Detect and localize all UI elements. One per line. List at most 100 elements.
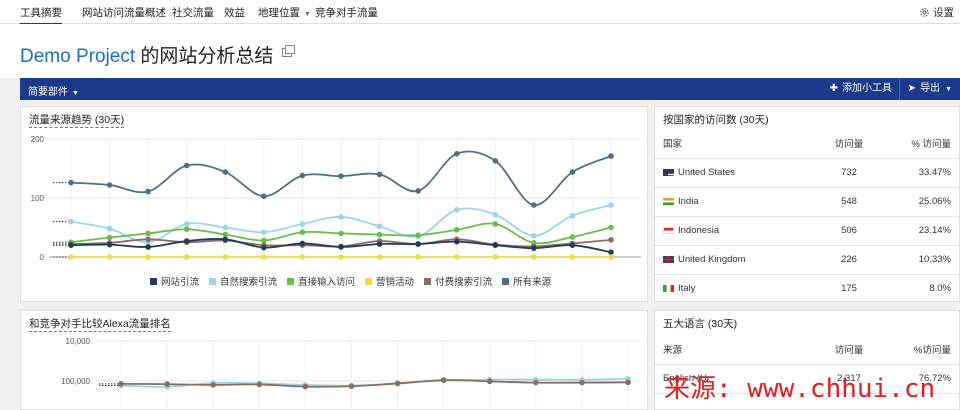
data-point <box>569 169 576 175</box>
summary-widget-dropdown[interactable]: 简要部件 ▼ <box>28 83 79 98</box>
popout-icon[interactable] <box>282 45 295 57</box>
watermark-text: 来源: www.chhui.cn <box>664 374 936 404</box>
data-point <box>210 382 216 388</box>
data-point <box>440 377 447 383</box>
chevron-down-icon: ▼ <box>945 86 952 93</box>
country-name: Italy <box>678 283 696 294</box>
data-point <box>222 254 229 260</box>
traffic-trend-panel: 流量来源趋势 (30天) 0 100 200 <box>20 106 648 302</box>
page-title: Demo Project 的网站分析总结 <box>20 41 273 68</box>
tab-geo-label: 地理位置 <box>258 7 300 19</box>
settings-label: 设置 <box>933 7 954 19</box>
data-point <box>453 254 460 260</box>
legend-label: 直接输入访问 <box>298 277 356 288</box>
data-point <box>608 202 614 208</box>
data-point <box>106 254 113 260</box>
visits-cell: 226 <box>809 245 889 275</box>
y-tick-label: 100 <box>31 194 45 203</box>
add-widget-button[interactable]: ✚ 添加小工具 <box>822 78 900 100</box>
data-point <box>183 226 190 233</box>
data-point <box>222 224 229 231</box>
legend-item[interactable]: 营销活动 <box>365 274 414 288</box>
widget-toolbar: 简要部件 ▼ ✚ 添加小工具 ➤ 导出 ▼ <box>20 78 960 100</box>
data-point <box>533 379 539 386</box>
data-point <box>608 224 614 231</box>
top-navigation: 工具摘要 网站访问流量概述 社交流量 效益 地理位置 ▼ 竞争对手流量 设置 <box>0 0 960 25</box>
y-tick-label: 0 <box>40 253 45 262</box>
export-button[interactable]: ➤ 导出 ▼ <box>898 78 960 100</box>
page-header: Demo Project 的网站分析总结 <box>0 24 960 78</box>
country-name: United States <box>678 167 736 178</box>
column-header-pct: %访问量 <box>889 335 959 365</box>
tab-tool-summary[interactable]: 工具摘要 <box>20 5 62 25</box>
legend-item[interactable]: 自然搜索引流 <box>209 274 277 288</box>
data-point <box>376 254 383 260</box>
data-point <box>376 171 383 178</box>
legend-item[interactable]: 直接输入访问 <box>287 274 355 288</box>
data-point <box>492 254 499 260</box>
country-visits-panel: 按国家的访问数 (30天) 国家 访问量 % 访问量 United States… <box>654 106 960 302</box>
pct-cell: 33.47% <box>889 158 959 188</box>
data-point <box>183 254 190 260</box>
alexa-rank-chart: 10,000 100,000 <box>61 337 641 409</box>
country-name: India <box>678 196 699 207</box>
data-point <box>492 221 499 227</box>
legend-item[interactable]: 所有来源 <box>502 274 551 288</box>
data-point <box>486 378 493 385</box>
gear-icon <box>920 8 929 17</box>
table-header-row: 国家 访问量 % 访问量 <box>655 129 959 159</box>
table-row: India 548 25.06% <box>655 187 959 217</box>
data-point <box>145 236 151 243</box>
data-point <box>531 254 537 260</box>
data-point <box>608 153 614 159</box>
data-point <box>68 218 74 225</box>
project-name[interactable]: Demo Project <box>20 46 135 67</box>
data-point <box>569 212 576 219</box>
legend-item[interactable]: 付费搜索引流 <box>424 274 492 288</box>
title-suffix: 的网站分析总结 <box>135 46 274 67</box>
settings-button[interactable]: 设置 <box>919 5 954 20</box>
data-point <box>299 221 306 227</box>
data-point <box>299 254 306 260</box>
data-point <box>145 254 151 260</box>
legend-swatch <box>287 277 295 285</box>
y-tick-label: 10,000 <box>66 337 91 346</box>
data-point <box>608 254 614 260</box>
country-cell: Indonesia <box>655 216 809 246</box>
data-point <box>608 237 614 243</box>
tab-social-traffic[interactable]: 社交流量 <box>172 5 214 20</box>
us-flag-icon <box>663 168 674 176</box>
data-point <box>299 240 306 247</box>
data-point <box>106 182 113 188</box>
data-point <box>453 207 460 213</box>
data-point <box>222 236 229 243</box>
traffic-legend: 网站引流 自然搜索引流 直接输入访问 营销活动 付费搜索引流 所有来源 <box>150 274 551 288</box>
data-point <box>261 229 267 236</box>
data-point <box>222 169 229 175</box>
tab-geo-location[interactable]: 地理位置 ▼ <box>258 5 311 20</box>
legend-item[interactable]: 网站引流 <box>150 274 199 288</box>
legend-swatch <box>424 277 432 285</box>
legend-label: 付费搜索引流 <box>435 277 493 288</box>
data-point <box>569 254 576 260</box>
tab-competitor-traffic[interactable]: 竞争对手流量 <box>315 5 378 20</box>
chevron-down-icon: ▼ <box>72 90 79 97</box>
y-tick-label: 100,000 <box>61 377 90 386</box>
data-point <box>183 221 190 227</box>
data-point <box>118 381 124 387</box>
tab-traffic-overview[interactable]: 网站访问流量概述 <box>82 5 166 20</box>
tab-benefit[interactable]: 效益 <box>224 5 245 20</box>
data-point <box>569 242 576 248</box>
visits-cell: 548 <box>809 187 889 217</box>
data-point <box>569 234 576 240</box>
y-tick-label: 200 <box>31 135 45 144</box>
country-cell: United States <box>655 158 809 188</box>
indonesia-flag-icon <box>663 226 674 234</box>
data-point <box>376 231 383 238</box>
export-label: 导出 <box>920 83 941 94</box>
data-point <box>492 158 499 164</box>
legend-label: 营销活动 <box>376 277 415 288</box>
data-point <box>579 379 585 386</box>
data-point <box>256 381 263 388</box>
country-table: 国家 访问量 % 访问量 United States 732 33.47% In… <box>655 129 959 301</box>
